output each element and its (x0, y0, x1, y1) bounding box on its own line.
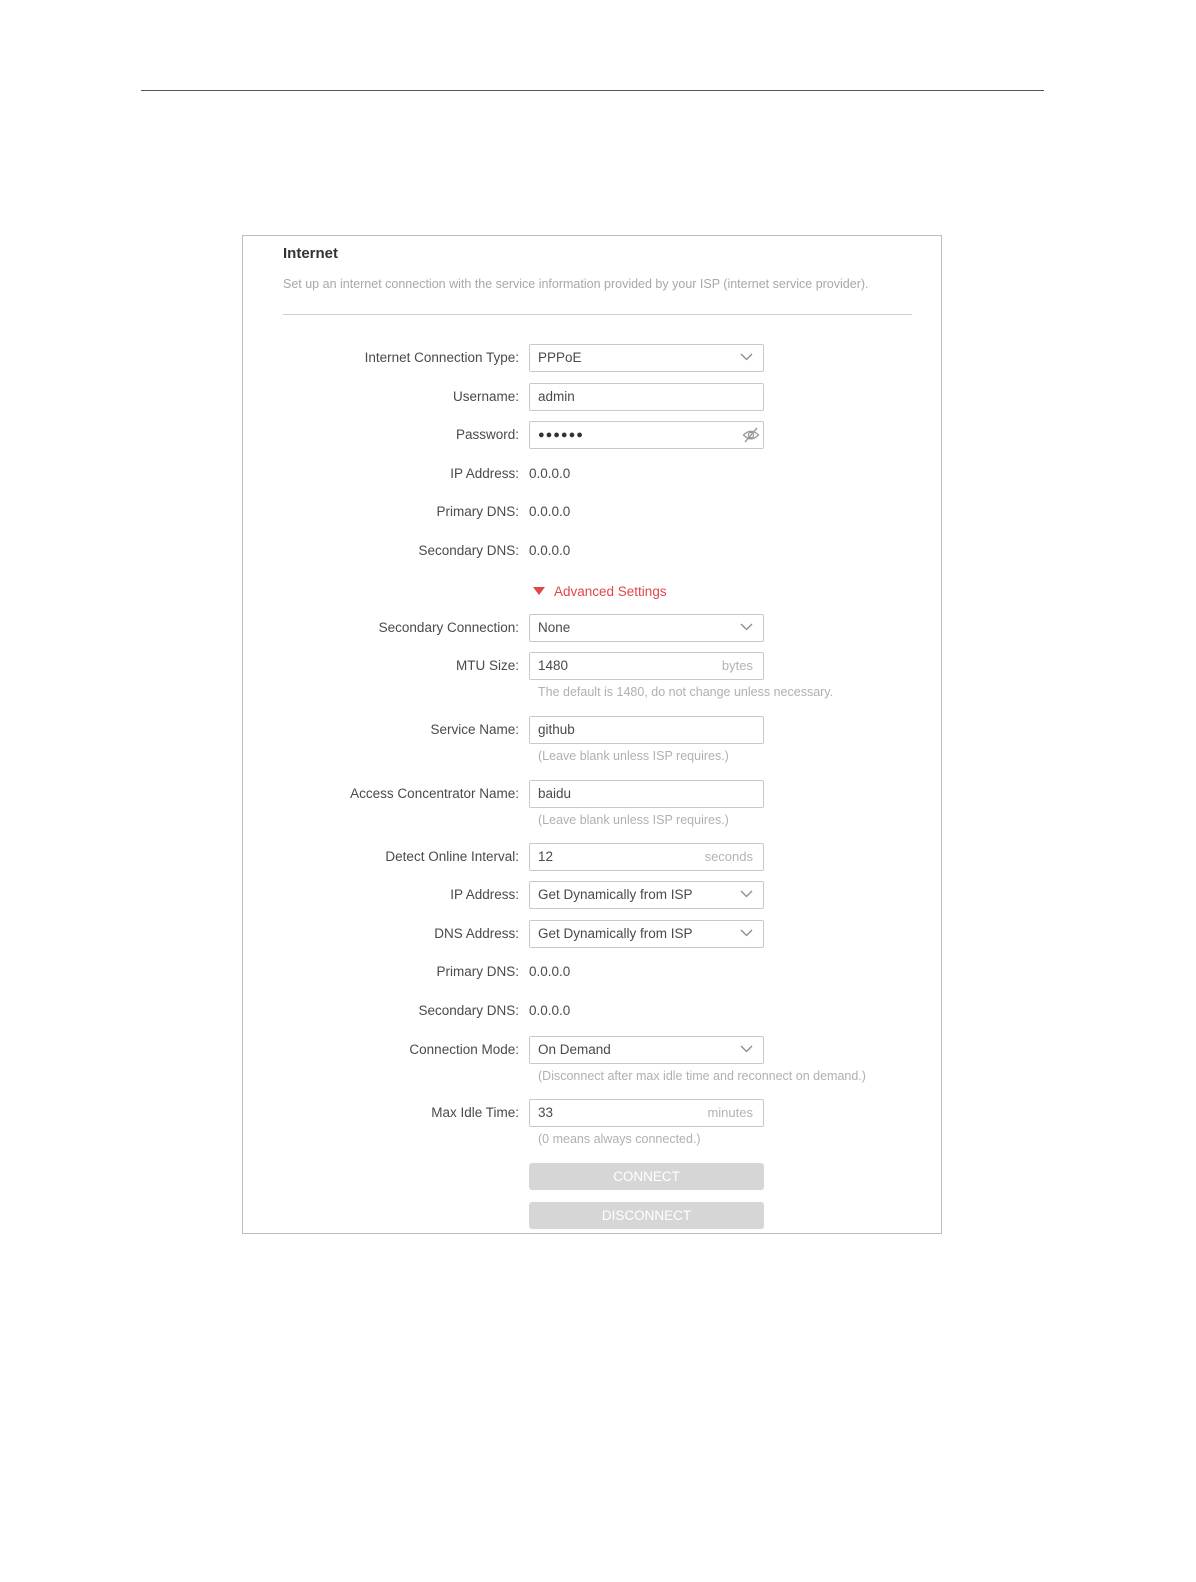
caret-down-icon (533, 587, 545, 595)
username-value: admin (538, 389, 575, 404)
connection-type-label: Internet Connection Type: (364, 350, 519, 365)
disconnect-button[interactable]: DISCONNECT (529, 1202, 764, 1229)
connection-mode-label: Connection Mode: (409, 1042, 519, 1057)
primary-dns-row: Primary DNS: 0.0.0.0 (243, 498, 943, 526)
password-value: ●●●●●● (538, 429, 584, 441)
connection-mode-select[interactable]: On Demand (529, 1036, 764, 1064)
primary-dns-label: Primary DNS: (436, 504, 519, 519)
adv-primary-dns-label: Primary DNS: (436, 964, 519, 979)
detect-interval-input[interactable]: 12 seconds (529, 843, 764, 871)
secondary-connection-value: None (538, 620, 571, 635)
mtu-size-label: MTU Size: (455, 658, 519, 673)
internet-settings-panel: Internet Set up an internet connection w… (242, 235, 942, 1234)
secondary-connection-row: Secondary Connection: None (243, 614, 943, 642)
chevron-down-icon (740, 1045, 753, 1053)
connection-type-select[interactable]: PPPoE (529, 344, 764, 372)
connection-mode-value: On Demand (538, 1042, 611, 1057)
adv-ip-address-select[interactable]: Get Dynamically from ISP (529, 881, 764, 909)
dns-address-value: Get Dynamically from ISP (538, 926, 693, 941)
detect-interval-row: Detect Online Interval: 12 seconds (243, 843, 943, 871)
primary-dns-value: 0.0.0.0 (529, 504, 571, 519)
secondary-connection-select[interactable]: None (529, 614, 764, 642)
advanced-settings-label: Advanced Settings (554, 584, 667, 599)
connect-button[interactable]: CONNECT (529, 1163, 764, 1190)
username-row: Username: admin (243, 383, 943, 411)
mtu-size-row: MTU Size: 1480 bytes (243, 652, 943, 680)
mtu-size-unit: bytes (721, 658, 753, 673)
access-concentrator-value: baidu (538, 786, 572, 801)
connection-type-row: Internet Connection Type: PPPoE (243, 344, 943, 372)
service-name-hint: (Leave blank unless ISP requires.) (538, 749, 729, 763)
detect-interval-value: 12 (538, 849, 554, 864)
mtu-size-input[interactable]: 1480 bytes (529, 652, 764, 680)
adv-secondary-dns-value: 0.0.0.0 (529, 1003, 571, 1018)
secondary-dns-label: Secondary DNS: (418, 543, 519, 558)
detect-interval-unit: seconds (704, 849, 753, 864)
section-divider (283, 314, 912, 315)
max-idle-time-row: Max Idle Time: 33 minutes (243, 1099, 943, 1127)
panel-description: Set up an internet connection with the s… (283, 277, 869, 291)
ip-address-value: 0.0.0.0 (529, 466, 571, 481)
page-top-rule (141, 90, 1044, 91)
password-row: Password: ●●●●●● (243, 421, 943, 449)
chevron-down-icon (740, 623, 753, 631)
secondary-dns-row: Secondary DNS: 0.0.0.0 (243, 537, 943, 565)
chevron-down-icon (740, 353, 753, 361)
dns-address-label: DNS Address: (434, 926, 519, 941)
ip-address-label: IP Address: (450, 466, 519, 481)
adv-ip-address-value: Get Dynamically from ISP (538, 887, 693, 902)
connection-mode-hint: (Disconnect after max idle time and reco… (538, 1069, 866, 1083)
advanced-settings-toggle[interactable]: Advanced Settings (533, 583, 667, 601)
service-name-value: github (538, 722, 575, 737)
adv-ip-address-row: IP Address: Get Dynamically from ISP (243, 881, 943, 909)
password-input[interactable]: ●●●●●● (529, 421, 764, 449)
access-concentrator-hint: (Leave blank unless ISP requires.) (538, 813, 729, 827)
service-name-input[interactable]: github (529, 716, 764, 744)
adv-ip-address-label: IP Address: (450, 887, 519, 902)
access-concentrator-row: Access Concentrator Name: baidu (243, 780, 943, 808)
secondary-connection-label: Secondary Connection: (378, 620, 519, 635)
max-idle-time-label: Max Idle Time: (431, 1105, 519, 1120)
ip-address-row: IP Address: 0.0.0.0 (243, 460, 943, 488)
max-idle-time-hint: (0 means always connected.) (538, 1132, 701, 1146)
max-idle-time-value: 33 (538, 1105, 554, 1120)
secondary-dns-value: 0.0.0.0 (529, 543, 571, 558)
adv-secondary-dns-row: Secondary DNS: 0.0.0.0 (243, 997, 943, 1025)
service-name-row: Service Name: github (243, 716, 943, 744)
connection-mode-row: Connection Mode: On Demand (243, 1036, 943, 1064)
dns-address-row: DNS Address: Get Dynamically from ISP (243, 920, 943, 948)
chevron-down-icon (740, 890, 753, 898)
username-input[interactable]: admin (529, 383, 764, 411)
eye-off-icon[interactable] (742, 427, 760, 443)
adv-primary-dns-value: 0.0.0.0 (529, 964, 571, 979)
chevron-down-icon (740, 929, 753, 937)
mtu-size-value: 1480 (538, 658, 569, 673)
detect-interval-label: Detect Online Interval: (385, 849, 519, 864)
mtu-size-hint: The default is 1480, do not change unles… (538, 685, 834, 699)
dns-address-select[interactable]: Get Dynamically from ISP (529, 920, 764, 948)
adv-secondary-dns-label: Secondary DNS: (418, 1003, 519, 1018)
max-idle-time-unit: minutes (707, 1105, 753, 1120)
access-concentrator-input[interactable]: baidu (529, 780, 764, 808)
adv-primary-dns-row: Primary DNS: 0.0.0.0 (243, 958, 943, 986)
panel-title: Internet (283, 245, 339, 262)
password-label: Password: (455, 427, 519, 442)
service-name-label: Service Name: (430, 722, 519, 737)
connection-type-value: PPPoE (538, 350, 582, 365)
access-concentrator-label: Access Concentrator Name: (350, 786, 519, 801)
max-idle-time-input[interactable]: 33 minutes (529, 1099, 764, 1127)
username-label: Username: (452, 389, 519, 404)
